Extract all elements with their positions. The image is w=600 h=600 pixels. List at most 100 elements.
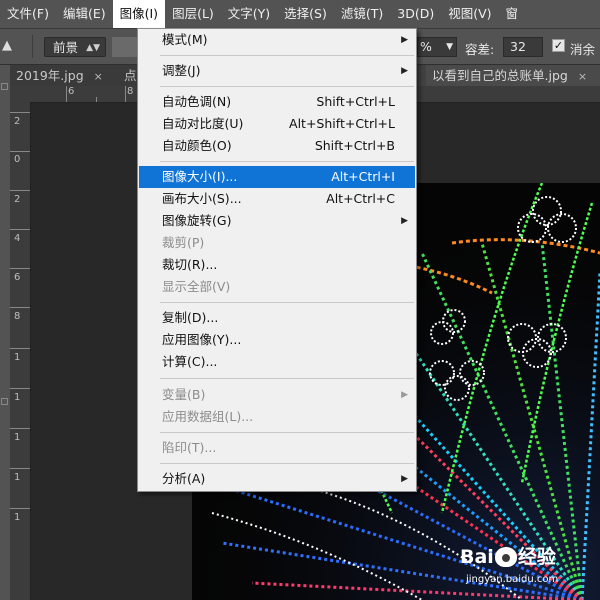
ruler-tick: [10, 268, 30, 269]
ruler-number: 2: [14, 116, 21, 127]
ruler-tick: [125, 86, 126, 102]
menu-separator: [160, 378, 414, 379]
ruler-tick: [10, 468, 30, 469]
ruler-number: 2: [14, 194, 21, 205]
options-divider: [32, 35, 33, 58]
watermark-logo: Bai 经验: [460, 542, 556, 569]
ruler-tick: [10, 388, 30, 389]
menu-item-auto-color[interactable]: 自动颜色(O) Shift+Ctrl+B: [139, 135, 415, 157]
submenu-arrow-icon: ▶: [401, 35, 408, 45]
ruler-tick: [10, 151, 30, 152]
menu-item-label: 画布大小(S)...: [162, 191, 242, 206]
ruler-number: 4: [14, 233, 21, 244]
ruler-tick: [10, 307, 30, 308]
menu-item-image-size[interactable]: 图像大小(I)... Alt+Ctrl+I: [139, 166, 415, 188]
menu-select[interactable]: 选择(S): [277, 0, 334, 28]
fill-source-select[interactable]: 前景 ▲▼: [44, 37, 106, 57]
menu-separator: [160, 302, 414, 303]
ruler-tick: [10, 229, 30, 230]
menu-item-auto-contrast[interactable]: 自动对比度(U) Alt+Shift+Ctrl+L: [139, 113, 415, 135]
menu-item-duplicate[interactable]: 复制(D)...: [139, 307, 415, 329]
menu-item-shortcut: Shift+Ctrl+B: [314, 138, 395, 153]
menu-item-image-rotation[interactable]: 图像旋转(G) ▶: [139, 210, 415, 232]
menu-item-label: 应用图像(Y)...: [162, 332, 242, 347]
tab-2019[interactable]: 2019年.jpg ×: [10, 65, 124, 86]
ruler-tick: [10, 112, 30, 113]
menu-item-apply-data-set: 应用数据组(L)...: [139, 406, 415, 428]
ruler-number: 8: [127, 86, 134, 97]
menu-item-label: 陷印(T)...: [162, 440, 217, 455]
menu-item-label: 模式(M): [162, 32, 208, 47]
ruler-tick: [10, 508, 30, 509]
submenu-arrow-icon: ▶: [401, 474, 408, 484]
opacity-value: %: [420, 39, 432, 54]
opacity-field[interactable]: % ▼: [417, 37, 457, 57]
anti-alias-checkbox[interactable]: ✓: [552, 39, 565, 52]
ruler-number: 1: [14, 432, 21, 443]
ruler-number: 8: [14, 311, 21, 322]
ruler-number: 1: [14, 392, 21, 403]
submenu-arrow-icon: ▶: [401, 390, 408, 400]
ruler-tick: [10, 190, 30, 191]
tab-bill[interactable]: 以看到自己的总账单.jpg ×: [426, 65, 600, 86]
ruler-number: 6: [68, 86, 75, 97]
close-icon[interactable]: ×: [578, 70, 587, 83]
menu-item-calculations[interactable]: 计算(C)...: [139, 351, 415, 373]
menu-window[interactable]: 窗: [499, 0, 526, 28]
tool-icon[interactable]: [1, 83, 8, 90]
submenu-arrow-icon: ▶: [401, 66, 408, 76]
anti-alias-label: 消余: [570, 42, 596, 57]
menu-item-label: 计算(C)...: [162, 354, 218, 369]
menu-item-mode[interactable]: 模式(M) ▶: [139, 29, 415, 51]
menu-item-label: 调整(J): [162, 63, 201, 78]
menu-item-label: 变量(B): [162, 387, 206, 402]
menu-item-adjustments[interactable]: 调整(J) ▶: [139, 60, 415, 82]
menu-item-label: 图像大小(I)...: [162, 169, 238, 184]
fill-source-value: 前景: [53, 40, 79, 55]
ruler-number: 1: [14, 352, 21, 363]
tolerance-input[interactable]: 32: [503, 37, 543, 57]
menu-item-shortcut: Alt+Ctrl+C: [326, 191, 395, 206]
menu-item-analysis[interactable]: 分析(A) ▶: [139, 468, 415, 490]
menu-item-reveal-all: 显示全部(V): [139, 276, 415, 298]
menu-item-variables: 变量(B) ▶: [139, 384, 415, 406]
menu-file[interactable]: 文件(F): [0, 0, 56, 28]
paw-icon: [494, 547, 517, 567]
submenu-arrow-icon: ▶: [401, 216, 408, 226]
menu-separator: [160, 432, 414, 433]
menu-type[interactable]: 文字(Y): [221, 0, 277, 28]
menu-view[interactable]: 视图(V): [441, 0, 498, 28]
menu-item-canvas-size[interactable]: 画布大小(S)... Alt+Ctrl+C: [139, 188, 415, 210]
ruler-number: 6: [14, 272, 21, 283]
watermark-brand-left: Bai: [460, 546, 494, 568]
menu-item-label: 图像旋转(G): [162, 213, 232, 228]
tool-icon[interactable]: [1, 398, 8, 405]
menu-item-trap: 陷印(T)...: [139, 437, 415, 459]
tab-label: 2019年.jpg: [16, 68, 84, 83]
tab-label: 以看到自己的总账单.jpg: [432, 68, 568, 83]
menu-bar: 文件(F) 编辑(E) 图像(I) 图层(L) 文字(Y) 选择(S) 滤镜(T…: [0, 0, 600, 29]
menu-separator: [160, 161, 414, 162]
ruler-tick: [96, 97, 97, 102]
menu-edit[interactable]: 编辑(E): [56, 0, 113, 28]
menu-item-auto-tone[interactable]: 自动色调(N) Shift+Ctrl+L: [139, 91, 415, 113]
menu-item-label: 复制(D)...: [162, 310, 219, 325]
menu-3d[interactable]: 3D(D): [390, 0, 441, 28]
menu-item-label: 自动颜色(O): [162, 138, 232, 153]
chevron-down-icon: ▼: [446, 42, 453, 52]
menu-image[interactable]: 图像(I): [112, 0, 166, 28]
menu-item-trim[interactable]: 裁切(R)...: [139, 254, 415, 276]
menu-item-apply-image[interactable]: 应用图像(Y)...: [139, 329, 415, 351]
vertical-ruler: 2 0 2 4 6 8 1 1 1 1 1: [10, 102, 31, 600]
ruler-number: 1: [14, 512, 21, 523]
ruler-number: 1: [14, 472, 21, 483]
menu-layer[interactable]: 图层(L): [165, 0, 221, 28]
close-icon[interactable]: ×: [94, 70, 103, 83]
pattern-swatch[interactable]: [112, 37, 138, 57]
menu-item-label: 应用数据组(L)...: [162, 409, 254, 424]
menu-filter[interactable]: 滤镜(T): [334, 0, 390, 28]
ruler-tick: [10, 348, 30, 349]
ruler-tick: [66, 86, 67, 102]
ruler-corner: [10, 86, 30, 102]
paint-bucket-icon[interactable]: ▲: [2, 38, 16, 54]
